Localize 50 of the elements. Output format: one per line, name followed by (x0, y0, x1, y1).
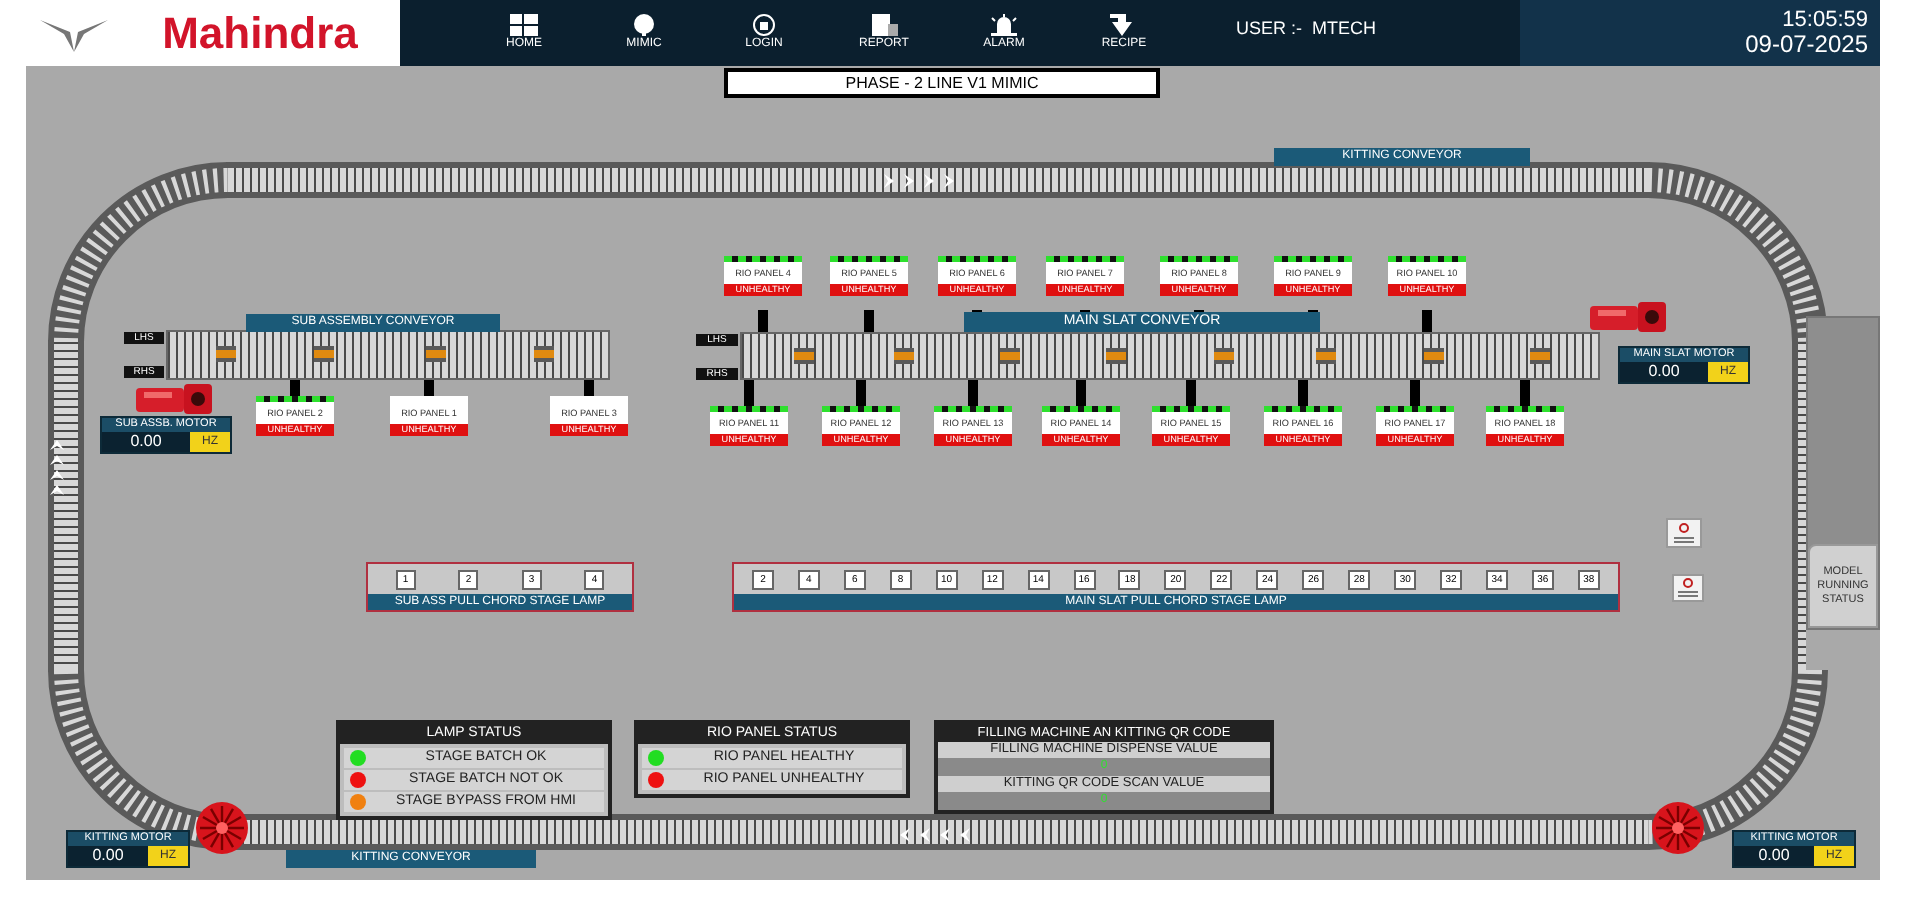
beacon-icon (990, 14, 1018, 36)
belt-sensor (314, 346, 334, 362)
connector-post (1520, 380, 1530, 406)
time-text: 15:05:59 (1782, 8, 1868, 32)
switch-icon (1666, 518, 1702, 548)
gauge-icon (632, 14, 656, 36)
belt-sensor (426, 346, 446, 362)
belt-sensor (534, 346, 554, 362)
motor-icon (1590, 300, 1670, 334)
motor-value: 0.00 (1734, 846, 1814, 866)
switch-icon (1672, 574, 1704, 602)
grid-icon (510, 14, 538, 36)
connector-post (758, 310, 768, 332)
motor-value: 0.00 (1620, 362, 1708, 382)
report-icon (871, 14, 897, 36)
connector-post (1076, 380, 1086, 406)
belt-sensor (1424, 348, 1444, 364)
arrow-icon (1110, 14, 1138, 36)
direction-arrows-icon (50, 440, 66, 500)
lock-icon (752, 14, 776, 36)
belt-sensor (794, 348, 814, 364)
connector-post (290, 380, 300, 396)
belt-sensor (894, 348, 914, 364)
connector-post (968, 380, 978, 406)
belt-sensor (1106, 348, 1126, 364)
user-label: USER :- (1236, 16, 1303, 43)
belt-sensor (1000, 348, 1020, 364)
connector-post (856, 380, 866, 406)
fan-icon (1650, 800, 1706, 856)
fan-icon (194, 800, 250, 856)
belt-sensor (1316, 348, 1336, 364)
motor-value: 0.00 (102, 432, 190, 452)
belt-sensor (1530, 348, 1550, 364)
belt-sensor (216, 346, 236, 362)
motor-icon (136, 382, 216, 416)
connector-post (1186, 380, 1196, 406)
connector-post (424, 380, 434, 396)
brand-logo-text: Mahindra (162, 11, 358, 55)
connector-post (584, 380, 594, 396)
date-text: 09-07-2025 (1745, 32, 1868, 58)
user-name: MTECH (1312, 16, 1377, 43)
connector-post (1410, 380, 1420, 406)
belt-sensor (1214, 348, 1234, 364)
connector-post (864, 310, 874, 332)
connector-post (1422, 310, 1432, 332)
connector-post (744, 380, 754, 406)
connector-post (1298, 380, 1308, 406)
screen-title: PHASE - 2 LINE V1 MIMIC (724, 68, 1160, 98)
wings-logo-icon (39, 15, 107, 51)
motor-value: 0.00 (68, 846, 148, 866)
